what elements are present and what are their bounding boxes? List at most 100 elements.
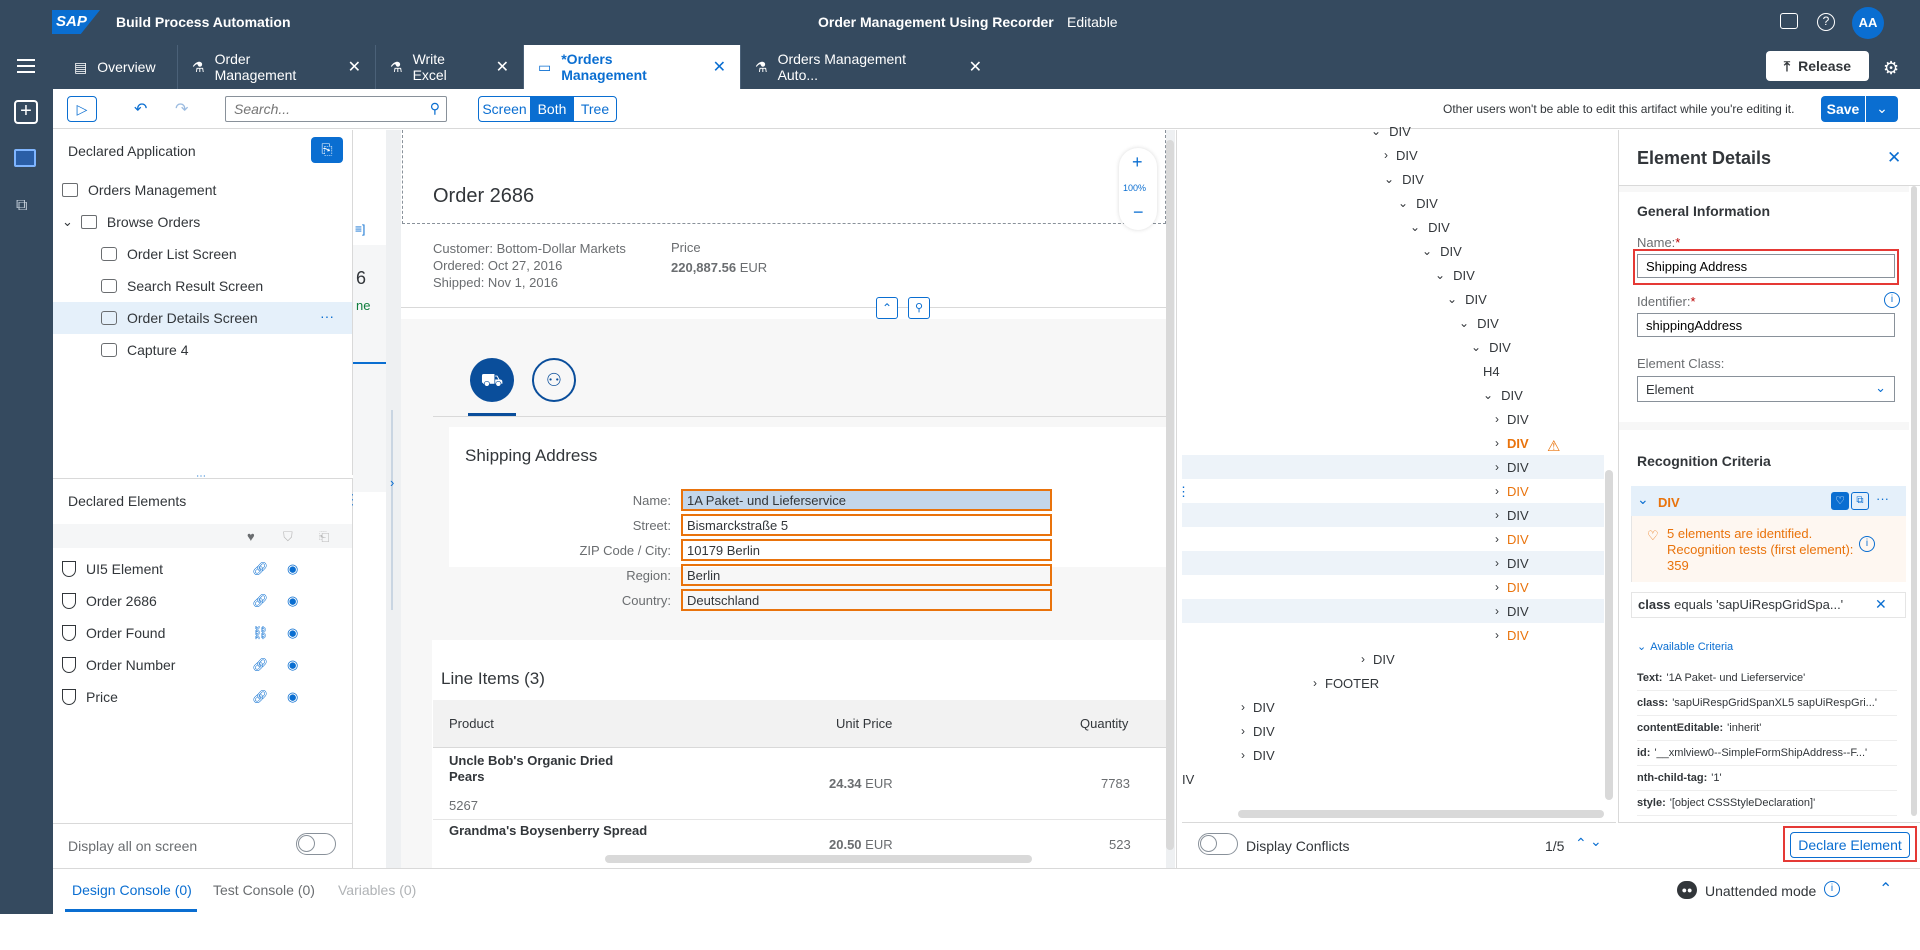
table-row[interactable]: Uncle Bob's Organic Dried Pears 5267 24.…	[433, 748, 1166, 820]
chevron-right-icon[interactable]: ›	[1241, 724, 1245, 738]
field-value-region[interactable]: Berlin	[681, 564, 1052, 586]
tree-node[interactable]: ⌄ DIV	[1483, 383, 1523, 407]
chevron-right-icon[interactable]: ›	[1495, 628, 1499, 642]
shipping-tab-icon[interactable]: ⛟	[470, 358, 514, 402]
zoom-in-icon[interactable]: +	[1132, 152, 1143, 173]
tab-overview[interactable]: ▤ Overview	[60, 45, 178, 89]
close-icon[interactable]: ✕	[1887, 148, 1901, 168]
settings-icon[interactable]: ⚙	[1883, 58, 1899, 79]
link-icon[interactable]: 🔗︎	[252, 593, 269, 609]
add-icon[interactable]: +	[14, 100, 38, 124]
chevron-down-icon[interactable]: ⌄	[62, 214, 73, 230]
link-icon[interactable]: 🔗︎	[252, 561, 269, 577]
name-field[interactable]	[1637, 254, 1895, 278]
side-splitter[interactable]	[391, 410, 393, 610]
chevron-right-icon[interactable]: ›	[1495, 556, 1499, 570]
pin-header-button[interactable]: ⚲	[908, 297, 930, 319]
tree-node[interactable]: › DIV	[1361, 647, 1395, 671]
eye-icon[interactable]: ◉	[287, 657, 298, 673]
tab-order-management[interactable]: ⚗ Order Management ✕	[178, 45, 376, 89]
tree-node[interactable]: ⌄ DIV	[1371, 119, 1411, 143]
tree-item-search-result-screen[interactable]: Search Result Screen	[101, 270, 263, 302]
save-dropdown-button[interactable]: ⌄	[1866, 96, 1898, 122]
tree-node[interactable]: ⌄ DIV	[1435, 263, 1475, 287]
criterion-row[interactable]: contentEditable:'inherit'	[1637, 716, 1897, 741]
tree-node[interactable]: H4	[1483, 359, 1500, 383]
display-conflicts-toggle[interactable]	[1198, 833, 1238, 855]
declared-element-order-found[interactable]: Order Found ⛓ ◉	[62, 617, 342, 649]
declared-element-order-number[interactable]: Order Number 🔗︎ ◉	[62, 649, 342, 681]
search-box[interactable]: ⚲	[225, 96, 447, 122]
tree-node[interactable]: › DIV	[1495, 623, 1529, 647]
link-icon[interactable]: 🔗︎	[252, 657, 269, 673]
chevron-down-icon[interactable]: ⌄	[1637, 491, 1649, 508]
close-icon[interactable]: ✕	[713, 57, 726, 77]
capture-screen-button[interactable]: ⎘	[311, 137, 343, 163]
field-value-name[interactable]: 1A Paket- und Lieferservice	[681, 489, 1052, 511]
prev-conflict-icon[interactable]: ⌃	[1575, 835, 1587, 852]
avatar[interactable]: AA	[1852, 7, 1884, 39]
tab-design-console[interactable]: Design Console (0)	[72, 882, 192, 898]
tree-hscroll[interactable]	[1238, 810, 1604, 818]
search-icon[interactable]: ⚲	[430, 100, 440, 117]
tree-node[interactable]: › DIV	[1495, 599, 1529, 623]
unlink-icon[interactable]: ⛓	[252, 625, 269, 641]
tab-variables[interactable]: Variables (0)	[338, 882, 416, 898]
chevron-right-icon[interactable]: ›	[1495, 604, 1499, 618]
next-conflict-icon[interactable]: ⌄	[1590, 833, 1602, 850]
collapse-header-button[interactable]: ⌃	[876, 297, 898, 319]
link-icon[interactable]: 🔗︎	[252, 689, 269, 705]
help-icon[interactable]: ?	[1817, 13, 1835, 31]
tree-node[interactable]: › FOOTER	[1313, 671, 1379, 695]
criterion-row[interactable]: class:'sapUiRespGridSpanXL5 sapUiRespGri…	[1637, 691, 1897, 716]
tab-orders-management-active[interactable]: ▭ *Orders Management ✕	[524, 45, 741, 89]
preview-vscroll[interactable]	[1166, 140, 1174, 850]
close-icon[interactable]: ✕	[496, 57, 509, 77]
eye-icon[interactable]: ◉	[287, 593, 298, 609]
chevron-right-icon[interactable]: ›	[1241, 700, 1245, 714]
expand-arrow-icon[interactable]: ›	[390, 475, 394, 490]
close-icon[interactable]: ✕	[348, 57, 361, 77]
declared-element-ui5[interactable]: UI5 Element 🔗︎ ◉	[62, 553, 342, 585]
tree-node[interactable]: ⌄ DIV	[1410, 215, 1450, 239]
element-class-select[interactable]: Element ⌄	[1637, 376, 1895, 402]
field-value-street[interactable]: Bismarckstraße 5	[681, 514, 1052, 536]
hierarchy-icon[interactable]: ⧉	[16, 197, 27, 215]
chevron-down-icon[interactable]: ⌄	[1371, 124, 1381, 138]
more-icon[interactable]: ···	[1876, 491, 1889, 506]
tree-node[interactable]: IV	[1182, 767, 1194, 791]
tree-node[interactable]: ⌄ DIV	[1398, 191, 1438, 215]
search-input[interactable]	[234, 98, 414, 120]
tree-node[interactable]: ⌄ DIV	[1459, 311, 1499, 335]
close-icon[interactable]: ✕	[969, 57, 982, 77]
eye-icon[interactable]: ◉	[287, 625, 298, 641]
segment-screen[interactable]: Screen	[478, 96, 531, 122]
criterion-row[interactable]: nth-child-tag: '1'	[1637, 766, 1897, 791]
tree-item-order-details-screen[interactable]: Order Details Screen	[101, 302, 258, 334]
criterion-row[interactable]: style: '[object CSSStyleDeclaration]'	[1637, 791, 1897, 816]
info-icon[interactable]: i	[1859, 536, 1875, 552]
tree-item-orders-management[interactable]: Orders Management	[62, 174, 216, 206]
info-icon[interactable]: i	[1884, 292, 1900, 308]
more-icon[interactable]: ···	[320, 308, 334, 324]
tree-node[interactable]: › DIV	[1495, 479, 1529, 503]
declare-element-button[interactable]: Declare Element	[1790, 832, 1910, 858]
display-all-toggle[interactable]	[296, 833, 336, 855]
tree-node[interactable]: › DIV	[1241, 743, 1275, 767]
tree-node[interactable]: › DIV	[1495, 575, 1529, 599]
tab-orders-management-auto[interactable]: ⚗ Orders Management Auto... ✕	[741, 45, 996, 89]
chevron-down-icon[interactable]: ⌄	[1384, 172, 1394, 186]
tree-splitter-icon[interactable]: ⋮	[1177, 484, 1190, 500]
segment-both[interactable]: Both	[531, 96, 573, 122]
chevron-right-icon[interactable]: ›	[1495, 484, 1499, 498]
preview-hscroll[interactable]	[605, 855, 1032, 863]
sap-logo[interactable]: SAP	[52, 10, 100, 34]
chevron-right-icon[interactable]: ›	[1495, 412, 1499, 426]
tree-node[interactable]: ⌄ DIV	[1422, 239, 1462, 263]
compare-icon[interactable]: ⧉	[1851, 492, 1869, 510]
contact-tab-icon[interactable]: ⚇	[532, 358, 576, 402]
chevron-right-icon[interactable]: ›	[1313, 676, 1317, 690]
eye-icon[interactable]: ◉	[287, 689, 298, 705]
criterion-row[interactable]: Text: '1A Paket- und Lieferservice'	[1637, 666, 1897, 691]
filter-screen-icon[interactable]: ⎗	[319, 529, 329, 545]
